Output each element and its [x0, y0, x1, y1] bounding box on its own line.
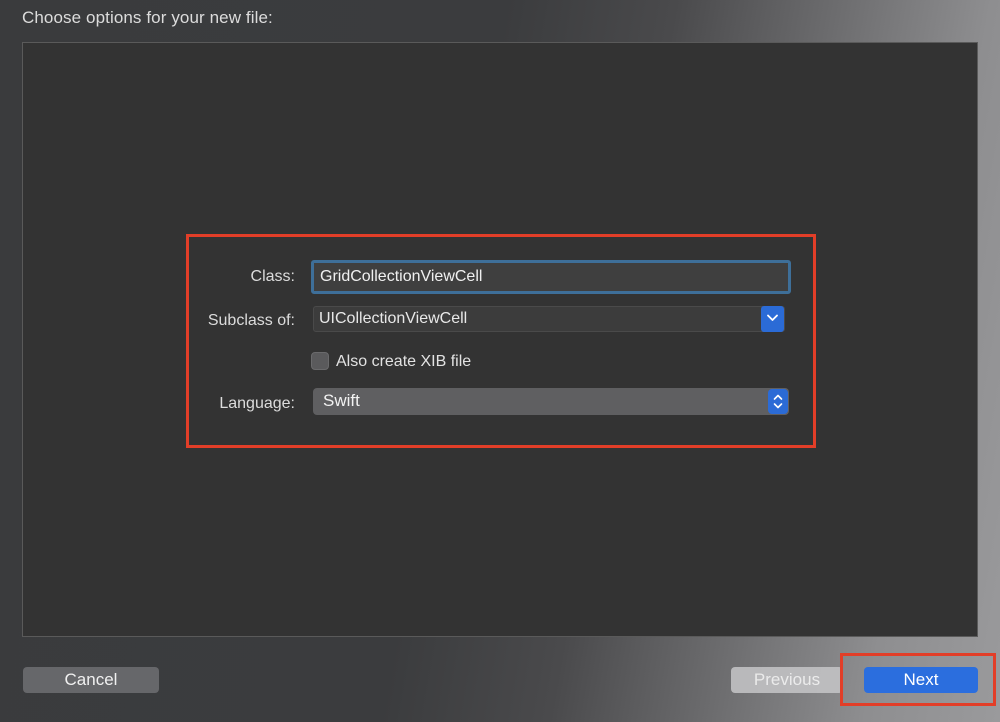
cancel-button[interactable]: Cancel: [23, 667, 159, 693]
up-down-chevron-icon: [768, 389, 788, 414]
language-popup-button[interactable]: Swift: [313, 388, 789, 415]
previous-button[interactable]: Previous: [731, 667, 843, 693]
file-options-form: Class: GridCollectionViewCell Subclass o…: [186, 234, 816, 448]
create-xib-label[interactable]: Also create XIB file: [336, 353, 471, 371]
language-value: Swift: [323, 391, 360, 410]
create-xib-checkbox[interactable]: [311, 352, 329, 370]
subclass-value: UICollectionViewCell: [319, 310, 468, 327]
dialog-title: Choose options for your new file:: [22, 8, 273, 27]
class-name-input[interactable]: GridCollectionViewCell: [311, 260, 791, 294]
subclass-combo-box[interactable]: UICollectionViewCell: [313, 306, 785, 332]
chevron-down-icon[interactable]: [761, 306, 784, 332]
subclass-label: Subclass of:: [207, 312, 295, 329]
next-button[interactable]: Next: [864, 667, 978, 693]
language-label: Language:: [219, 395, 295, 412]
class-label: Class:: [250, 268, 295, 285]
